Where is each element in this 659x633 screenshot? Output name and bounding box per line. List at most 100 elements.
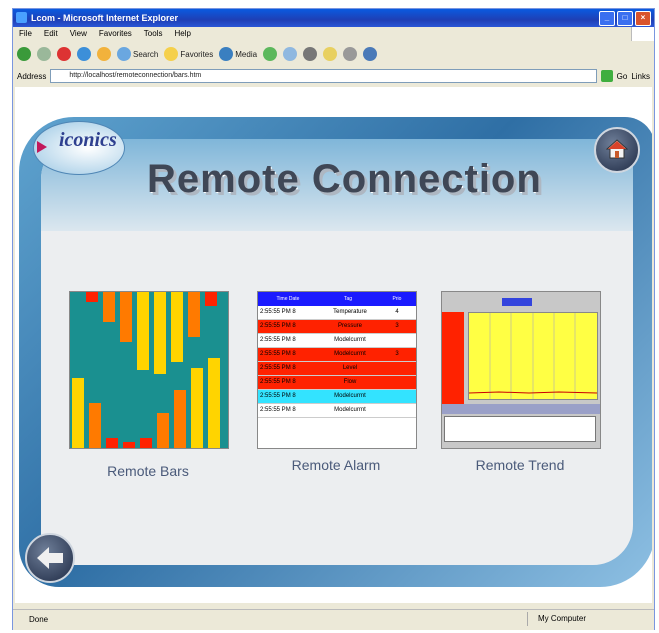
alarm-tag: Temperature xyxy=(333,309,367,315)
alarm-prio xyxy=(380,404,414,417)
star-icon xyxy=(164,47,179,61)
discuss-icon[interactable] xyxy=(343,47,358,61)
logo-arrow-icon xyxy=(37,141,47,153)
minimize-button[interactable]: _ xyxy=(599,11,615,26)
close-button[interactable]: × xyxy=(635,11,651,26)
menu-tools[interactable]: Tools xyxy=(144,27,163,41)
alarm-tag: Flow xyxy=(343,379,357,385)
alarm-row: 2:55:55 PM 8 Modelcurrnt xyxy=(258,404,416,418)
alarm-header-row: Time Date Tag Prio xyxy=(258,292,416,306)
alarm-time: 2:55:55 PM 8 xyxy=(260,309,296,315)
trend-grid xyxy=(469,313,597,399)
status-bar: Done My Computer xyxy=(13,609,654,630)
bar-top xyxy=(137,292,149,370)
search-icon xyxy=(117,47,131,61)
alarm-tag: Pressure xyxy=(337,323,362,329)
alarm-row: 2:55:55 PM 8 Temperature 4 xyxy=(258,306,416,320)
alarm-prio: 3 xyxy=(395,351,399,357)
alarm-row: 2:55:55 PM 8 Modelcurrnt xyxy=(258,390,416,404)
toolbar: Search Favorites Media xyxy=(13,41,654,67)
alarm-prio xyxy=(380,390,414,403)
stop-icon[interactable] xyxy=(57,47,71,61)
bars-graphic xyxy=(70,292,228,448)
mail-icon[interactable] xyxy=(283,47,298,61)
alarm-row: 2:55:55 PM 8 Modelcurrnt 3 xyxy=(258,348,416,362)
alarm-row: 2:55:55 PM 8 Flow xyxy=(258,376,416,390)
back-button[interactable] xyxy=(25,533,75,583)
trend-legend xyxy=(444,416,596,442)
address-label: Address xyxy=(17,71,47,81)
alarm-time: 2:55:55 PM 8 xyxy=(260,351,296,357)
alarm-prio: 3 xyxy=(395,323,399,329)
remote-trend-thumbnail[interactable] xyxy=(441,291,601,449)
alarm-header-tag: Tag xyxy=(343,296,353,302)
page-title: Remote Connection xyxy=(147,157,542,201)
remote-alarm-thumbnail[interactable]: Time Date Tag Prio 2:55:55 PM 8 Temperatu… xyxy=(257,291,417,449)
alarm-row: 2:55:55 PM 8 Level xyxy=(258,362,416,376)
alarm-prio xyxy=(380,376,414,389)
trend-scroll-bar xyxy=(442,404,600,414)
forward-nav-icon[interactable] xyxy=(37,47,51,61)
logo-text: iconics xyxy=(59,129,117,151)
alarm-tag: Level xyxy=(342,365,358,371)
alarm-prio xyxy=(380,334,414,347)
alarm-tag: Modelcurrnt xyxy=(334,337,366,343)
alarm-time: 2:55:55 PM 8 xyxy=(260,393,296,399)
bar-top xyxy=(171,292,183,362)
page-content: iconics Remote Connection Remote Bars Ti… xyxy=(15,87,652,603)
menu-help[interactable]: Help xyxy=(174,27,190,41)
bar-bottom xyxy=(106,438,118,448)
maximize-button[interactable]: □ xyxy=(617,11,633,26)
home-nav-icon[interactable] xyxy=(97,47,111,61)
alarm-prio: 4 xyxy=(395,309,399,315)
bar-bottom xyxy=(72,378,84,448)
history-icon[interactable] xyxy=(263,47,278,61)
bar-top xyxy=(86,292,98,302)
bar-bottom xyxy=(89,403,101,448)
remote-trend-label[interactable]: Remote Trend xyxy=(435,457,605,473)
alarm-row: 2:55:55 PM 8 Modelcurrnt xyxy=(258,334,416,348)
messenger-icon[interactable] xyxy=(363,47,378,61)
folder-icon[interactable] xyxy=(323,47,338,61)
bar-top xyxy=(188,292,200,337)
menu-bar: File Edit View Favorites Tools Help xyxy=(13,27,654,41)
trend-red-pane xyxy=(442,312,464,404)
remote-alarm-label[interactable]: Remote Alarm xyxy=(251,457,421,473)
home-button[interactable] xyxy=(594,127,640,173)
print-icon[interactable] xyxy=(303,47,318,61)
menu-favorites[interactable]: Favorites xyxy=(99,27,132,41)
go-label[interactable]: Go xyxy=(617,72,628,81)
menu-edit[interactable]: Edit xyxy=(44,27,58,41)
menu-file[interactable]: File xyxy=(19,27,32,41)
remote-bars-label[interactable]: Remote Bars xyxy=(63,463,233,479)
arrow-left-icon xyxy=(37,547,63,569)
alarm-tag: Modelcurrnt xyxy=(334,351,366,357)
status-text: Done xyxy=(29,615,49,624)
home-icon xyxy=(606,139,628,159)
bar-bottom xyxy=(174,390,186,448)
favorites-button[interactable]: Favorites xyxy=(164,47,213,61)
alarm-time: 2:55:55 PM 8 xyxy=(260,337,296,343)
back-nav-icon[interactable] xyxy=(17,47,31,61)
alarm-rows: 2:55:55 PM 8 Temperature 4 2:55:55 PM 8 Pres… xyxy=(258,306,416,418)
refresh-icon[interactable] xyxy=(77,47,91,61)
alarm-time: 2:55:55 PM 8 xyxy=(260,407,296,413)
windows-flag-icon xyxy=(631,27,654,41)
alarm-time: 2:55:55 PM 8 xyxy=(260,323,296,329)
menu-view[interactable]: View xyxy=(70,27,87,41)
title-bar: Lcom - Microsoft Internet Explorer _ □ × xyxy=(13,9,654,27)
bar-top xyxy=(154,292,166,374)
alarm-tag: Modelcurrnt xyxy=(334,407,366,413)
remote-bars-thumbnail[interactable] xyxy=(69,291,229,449)
links-label[interactable]: Links xyxy=(631,72,650,81)
alarm-time: 2:55:55 PM 8 xyxy=(260,365,296,371)
media-icon xyxy=(219,47,234,61)
media-button[interactable]: Media xyxy=(219,47,257,61)
address-input[interactable]: http://localhost/remoteconnection/bars.h… xyxy=(50,69,597,83)
go-icon[interactable] xyxy=(600,70,613,82)
browser-window: Lcom - Microsoft Internet Explorer _ □ ×… xyxy=(12,8,655,630)
bar-top xyxy=(205,292,217,306)
search-button[interactable]: Search xyxy=(117,47,158,61)
bar-bottom xyxy=(123,442,135,448)
trend-title-bar xyxy=(502,298,532,306)
